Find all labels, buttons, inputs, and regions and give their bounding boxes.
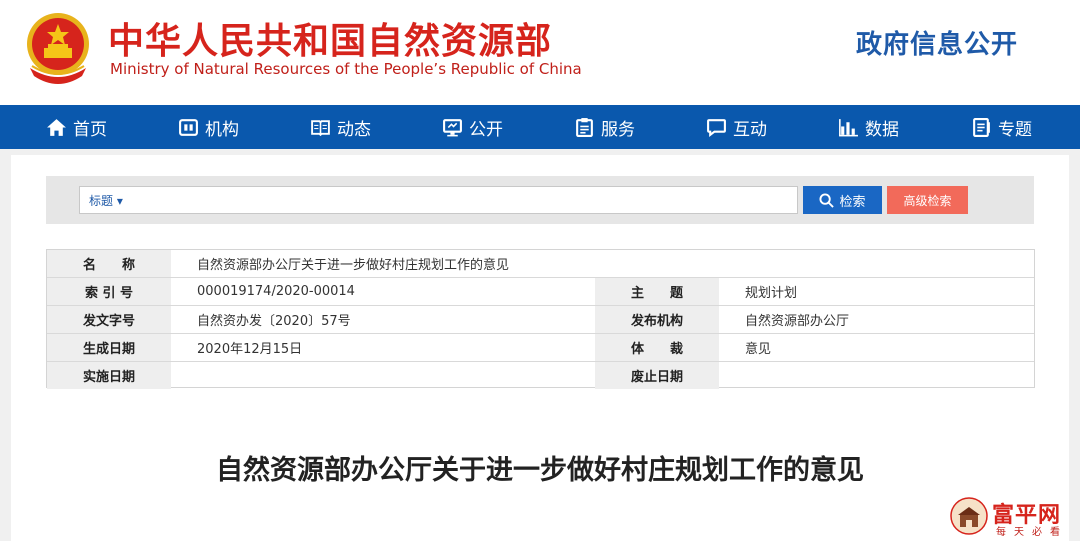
effective-date-label: 实施日期 bbox=[47, 362, 171, 389]
nav-label: 服务 bbox=[601, 119, 635, 140]
album-icon bbox=[973, 117, 990, 137]
issuer-label: 发布机构 bbox=[595, 306, 719, 333]
nav-item-org[interactable]: 机构 bbox=[178, 105, 239, 149]
nav-item-data[interactable]: 数据 bbox=[838, 105, 899, 149]
nav-item-interact[interactable]: 互动 bbox=[706, 105, 767, 149]
book-icon bbox=[311, 119, 330, 136]
expire-date-value bbox=[719, 362, 1034, 389]
main-nav: 首页 机构 动态 公开 服务 互动 数据 专题 bbox=[0, 105, 1080, 149]
effective-date-value bbox=[171, 362, 595, 389]
national-emblem-icon[interactable] bbox=[22, 10, 94, 86]
date-label: 生成日期 bbox=[47, 334, 171, 361]
nav-item-news[interactable]: 动态 bbox=[310, 105, 371, 149]
table-row: 名 称 自然资源部办公厅关于进一步做好村庄规划工作的意见 bbox=[47, 250, 1034, 278]
chart-icon bbox=[839, 118, 858, 136]
site-header: 中华人民共和国自然资源部 Ministry of Natural Resourc… bbox=[0, 0, 1080, 105]
monitor-icon bbox=[443, 118, 462, 136]
nav-label: 首页 bbox=[73, 119, 107, 140]
gov-info-title[interactable]: 政府信息公开 bbox=[856, 24, 1018, 61]
doc-number-label: 发文字号 bbox=[47, 306, 171, 333]
advanced-search-button[interactable]: 高级检索 bbox=[887, 186, 968, 214]
article-title: 自然资源部办公厅关于进一步做好村庄规划工作的意见 bbox=[216, 455, 864, 486]
document-info-table: 名 称 自然资源部办公厅关于进一步做好村庄规划工作的意见 索 引 号 00001… bbox=[46, 249, 1035, 390]
issuer-value: 自然资源部办公厅 bbox=[745, 314, 850, 329]
nav-label: 数据 bbox=[865, 119, 899, 140]
site-title-cn[interactable]: 中华人民共和国自然资源部 bbox=[108, 12, 552, 64]
nav-item-service[interactable]: 服务 bbox=[574, 105, 635, 149]
genre-label: 体 裁 bbox=[595, 334, 719, 361]
date-value: 2020年12月15日 bbox=[197, 342, 303, 357]
watermark-logo-icon bbox=[950, 497, 988, 535]
nav-label: 公开 bbox=[469, 119, 503, 140]
chat-icon bbox=[707, 118, 726, 137]
nav-label: 动态 bbox=[337, 119, 371, 140]
search-type-dropdown[interactable]: 标题 ▾ bbox=[89, 192, 123, 209]
home-icon bbox=[47, 118, 66, 136]
search-button[interactable]: 检索 bbox=[803, 186, 882, 214]
topic-label: 主 题 bbox=[595, 278, 719, 305]
table-row: 发文字号 自然资办发〔2020〕57号 发布机构 自然资源部办公厅 bbox=[47, 306, 1034, 334]
table-row: 实施日期 废止日期 bbox=[47, 362, 1034, 390]
org-icon bbox=[179, 118, 198, 136]
nav-item-topic[interactable]: 专题 bbox=[971, 105, 1032, 149]
genre-value: 意见 bbox=[745, 342, 772, 357]
search-button-label: 检索 bbox=[839, 193, 866, 209]
table-row: 索 引 号 000019174/2020-00014 主 题 规划计划 bbox=[47, 278, 1034, 306]
watermark-tagline: 每天必看 bbox=[996, 527, 1068, 538]
expire-date-label: 废止日期 bbox=[595, 362, 719, 389]
site-title-en: Ministry of Natural Resources of the Peo… bbox=[110, 60, 582, 78]
name-label: 名 称 bbox=[47, 250, 171, 277]
clipboard-icon bbox=[576, 117, 593, 137]
index-label: 索 引 号 bbox=[47, 278, 171, 305]
nav-label: 机构 bbox=[205, 119, 239, 140]
search-icon bbox=[819, 192, 835, 208]
doc-number-value: 自然资办发〔2020〕57号 bbox=[197, 314, 351, 329]
name-value: 自然资源部办公厅关于进一步做好村庄规划工作的意见 bbox=[197, 258, 510, 273]
nav-label: 专题 bbox=[998, 119, 1032, 140]
nav-item-home[interactable]: 首页 bbox=[46, 105, 107, 149]
topic-value: 规划计划 bbox=[745, 286, 798, 301]
search-input[interactable] bbox=[79, 186, 798, 214]
nav-label: 互动 bbox=[733, 119, 767, 140]
index-value: 000019174/2020-00014 bbox=[197, 284, 355, 299]
table-row: 生成日期 2020年12月15日 体 裁 意见 bbox=[47, 334, 1034, 362]
nav-item-public[interactable]: 公开 bbox=[442, 105, 503, 149]
